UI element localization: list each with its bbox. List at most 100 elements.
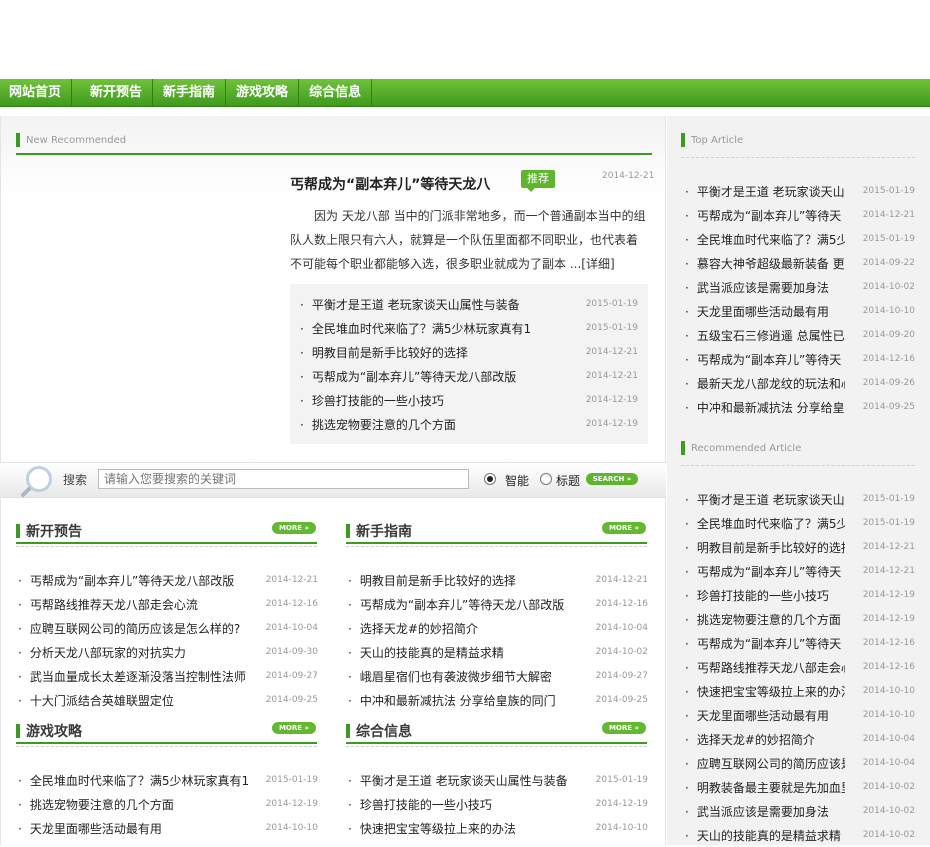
list-item-title[interactable]: · 快速把宝宝等级拉上来的办法 — [685, 683, 845, 700]
more-button[interactable]: MORE » — [602, 722, 646, 734]
list-item-title[interactable]: · 天龙里面哪些活动最有用 — [18, 820, 162, 837]
more-button[interactable]: MORE » — [272, 722, 316, 734]
list-item-title[interactable]: · 武当派应该是需要加身法 — [685, 279, 829, 296]
list-item-text[interactable]: 全民堆血时代来临了？满5少林玩家真有1 — [30, 774, 249, 788]
list-item-text[interactable]: 丐帮成为“副本弃儿”等待天 — [697, 637, 841, 651]
list-item-text[interactable]: 应聘互联网公司的简历应该是怎么样的? — [30, 622, 240, 636]
list-item-title[interactable]: · 平衡才是王道 老玩家谈天山 — [685, 183, 845, 200]
list-item-title[interactable]: · 明教装备最主要就是先加血里 — [685, 779, 845, 796]
list-item-title[interactable]: · 丐帮成为“副本弃儿”等待天龙八部改版 — [348, 596, 564, 613]
search-input[interactable] — [98, 469, 469, 489]
list-item-text[interactable]: 丐帮成为“副本弃儿”等待天 — [697, 565, 841, 579]
nav-guide[interactable]: 新手指南 — [153, 79, 227, 106]
list-item-text[interactable]: 中冲和最新减抗法 分享给皇 — [697, 401, 845, 415]
list-item-text[interactable]: 明教目前是新手比较好的选择 — [360, 574, 516, 588]
list-item-title[interactable]: · 明教目前是新手比较好的选择 — [300, 344, 468, 361]
list-item-text[interactable]: 平衡才是王道 老玩家谈天山属性与装备 — [312, 298, 520, 312]
more-button[interactable]: MORE » — [602, 522, 646, 534]
list-item-text[interactable]: 快速把宝宝等级拉上来的办法 — [360, 822, 516, 836]
list-item-title[interactable]: · 天山的技能真的是精益求精 — [348, 644, 504, 661]
list-item-title[interactable]: · 明教目前是新手比较好的选择 — [348, 572, 516, 589]
list-item-title[interactable]: · 明教目前是新手比较好的选择 — [685, 539, 845, 556]
list-item-text[interactable]: 挑选宠物要注意的几个方面 — [697, 613, 841, 627]
list-item-title[interactable]: · 应聘互联网公司的简历应该是 — [685, 755, 845, 772]
list-item-text[interactable]: 平衡才是王道 老玩家谈天山 — [697, 493, 845, 507]
list-item-text[interactable]: 慕容大神爷超级最新装备 更 — [697, 257, 845, 271]
list-item-text[interactable]: 全民堆血时代来临了？满5少林玩家真有1 — [312, 322, 531, 336]
list-item-text[interactable]: 丐帮路线推荐天龙八部走会心 — [697, 661, 845, 675]
list-item-title[interactable]: · 珍兽打技能的一些小技巧 — [300, 392, 444, 409]
list-item-text[interactable]: 中冲和最新减抗法 分享给皇族的同门 — [360, 694, 556, 708]
list-item-title[interactable]: · 峨眉星宿们也有袭波微步细节大解密 — [348, 668, 552, 685]
nav-new-server[interactable]: 新开预告 — [72, 79, 154, 106]
list-item-title[interactable]: · 全民堆血时代来临了？满5少 — [685, 231, 845, 248]
list-item-text[interactable]: 五级宝石三修逍遥 总属性已 — [697, 329, 845, 343]
list-item-title[interactable]: · 天山的技能真的是精益求精 — [685, 827, 841, 844]
list-item-text[interactable]: 明教目前是新手比较好的选择 — [312, 346, 468, 360]
list-item-text[interactable]: 天龙里面哪些活动最有用 — [30, 822, 162, 836]
list-item-title[interactable]: · 应聘互联网公司的简历应该是怎么样的? — [18, 620, 240, 637]
list-item-text[interactable]: 丐帮路线推荐天龙八部走会心流 — [30, 598, 198, 612]
list-item-title[interactable]: · 平衡才是王道 老玩家谈天山属性与装备 — [300, 296, 520, 313]
radio-title[interactable] — [540, 473, 552, 485]
list-item-text[interactable]: 明教目前是新手比较好的选择 — [697, 541, 845, 555]
list-item-text[interactable]: 全民堆血时代来临了？满5少 — [697, 517, 845, 531]
list-item-text[interactable]: 武当派应该是需要加身法 — [697, 281, 829, 295]
list-item-title[interactable]: · 珍兽打技能的一些小技巧 — [348, 796, 492, 813]
list-item-text[interactable]: 天龙里面哪些活动最有用 — [697, 709, 829, 723]
list-item-title[interactable]: · 全民堆血时代来临了？满5少 — [685, 515, 845, 532]
list-item-title[interactable]: · 丐帮路线推荐天龙八部走会心流 — [18, 596, 198, 613]
list-item-title[interactable]: · 慕容大神爷超级最新装备 更 — [685, 255, 845, 272]
list-item-title[interactable]: · 武当派应该是需要加身法 — [685, 803, 829, 820]
list-item-text[interactable]: 选择天龙#的妙招简介 — [697, 733, 815, 747]
list-item-text[interactable]: 珍兽打技能的一些小技巧 — [697, 589, 829, 603]
nav-info[interactable]: 综合信息 — [299, 79, 373, 106]
detail-link[interactable]: [详细] — [581, 257, 614, 271]
list-item-text[interactable]: 选择天龙#的妙招简介 — [360, 622, 478, 636]
list-item-text[interactable]: 珍兽打技能的一些小技巧 — [312, 394, 444, 408]
list-item-title[interactable]: · 天龙里面哪些活动最有用 — [685, 707, 829, 724]
list-item-title[interactable]: · 十大门派结合英雄联盟定位 — [18, 692, 174, 709]
list-item-text[interactable]: 天龙里面哪些活动最有用 — [697, 305, 829, 319]
list-item-text[interactable]: 全民堆血时代来临了？满5少 — [697, 233, 845, 247]
list-item-title[interactable]: · 中冲和最新减抗法 分享给皇族的同门 — [348, 692, 556, 709]
list-item-text[interactable]: 丐帮成为“副本弃儿”等待天龙八部改版 — [360, 598, 564, 612]
list-item-text[interactable]: 明教装备最主要就是先加血里 — [697, 781, 845, 795]
list-item-title[interactable]: · 丐帮成为“副本弃儿”等待天 — [685, 207, 841, 224]
list-item-text[interactable]: 应聘互联网公司的简历应该是 — [697, 757, 845, 771]
list-item-text[interactable]: 武当血量成长太差逐渐没落当控制性法师 — [30, 670, 246, 684]
list-item-title[interactable]: · 丐帮路线推荐天龙八部走会心 — [685, 659, 845, 676]
list-item-title[interactable]: · 全民堆血时代来临了？满5少林玩家真有1 — [18, 772, 249, 789]
nav-strategy[interactable]: 游戏攻略 — [226, 79, 300, 106]
list-item-title[interactable]: · 五级宝石三修逍遥 总属性已 — [685, 327, 845, 344]
list-item-title[interactable]: · 丐帮成为“副本弃儿”等待天 — [685, 351, 841, 368]
list-item-text[interactable]: 平衡才是王道 老玩家谈天山属性与装备 — [360, 774, 568, 788]
list-item-text[interactable]: 十大门派结合英雄联盟定位 — [30, 694, 174, 708]
list-item-text[interactable]: 天山的技能真的是精益求精 — [697, 829, 841, 843]
list-item-text[interactable]: 天山的技能真的是精益求精 — [360, 646, 504, 660]
list-item-title[interactable]: · 分析天龙八部玩家的对抗实力 — [18, 644, 186, 661]
list-item-title[interactable]: · 选择天龙#的妙招简介 — [685, 731, 815, 748]
list-item-text[interactable]: 快速把宝宝等级拉上来的办法 — [697, 685, 845, 699]
list-item-text[interactable]: 丐帮成为“副本弃儿”等待天龙八部改版 — [312, 370, 516, 384]
list-item-title[interactable]: · 武当血量成长太差逐渐没落当控制性法师 — [18, 668, 246, 685]
list-item-text[interactable]: 丐帮成为“副本弃儿”等待天龙八部改版 — [30, 574, 234, 588]
list-item-text[interactable]: 最新天龙八部龙纹的玩法和心 — [697, 377, 845, 391]
list-item-text[interactable]: 分析天龙八部玩家的对抗实力 — [30, 646, 186, 660]
list-item-title[interactable]: · 珍兽打技能的一些小技巧 — [685, 587, 829, 604]
list-item-text[interactable]: 武当派应该是需要加身法 — [697, 805, 829, 819]
list-item-title[interactable]: · 平衡才是王道 老玩家谈天山 — [685, 491, 845, 508]
list-item-title[interactable]: · 挑选宠物要注意的几个方面 — [18, 796, 174, 813]
search-button[interactable]: SEARCH » — [586, 473, 638, 485]
list-item-title[interactable]: · 丐帮成为“副本弃儿”等待天 — [685, 563, 841, 580]
list-item-title[interactable]: · 中冲和最新减抗法 分享给皇 — [685, 399, 845, 416]
list-item-title[interactable]: · 丐帮成为“副本弃儿”等待天 — [685, 635, 841, 652]
list-item-text[interactable]: 峨眉星宿们也有袭波微步细节大解密 — [360, 670, 552, 684]
list-item-title[interactable]: · 丐帮成为“副本弃儿”等待天龙八部改版 — [300, 368, 516, 385]
list-item-title[interactable]: · 天龙里面哪些活动最有用 — [685, 303, 829, 320]
list-item-title[interactable]: · 全民堆血时代来临了？满5少林玩家真有1 — [300, 320, 531, 337]
list-item-title[interactable]: · 最新天龙八部龙纹的玩法和心 — [685, 375, 845, 392]
list-item-title[interactable]: · 快速把宝宝等级拉上来的办法 — [348, 820, 516, 837]
list-item-title[interactable]: · 平衡才是王道 老玩家谈天山属性与装备 — [348, 772, 568, 789]
list-item-text[interactable]: 挑选宠物要注意的几个方面 — [30, 798, 174, 812]
